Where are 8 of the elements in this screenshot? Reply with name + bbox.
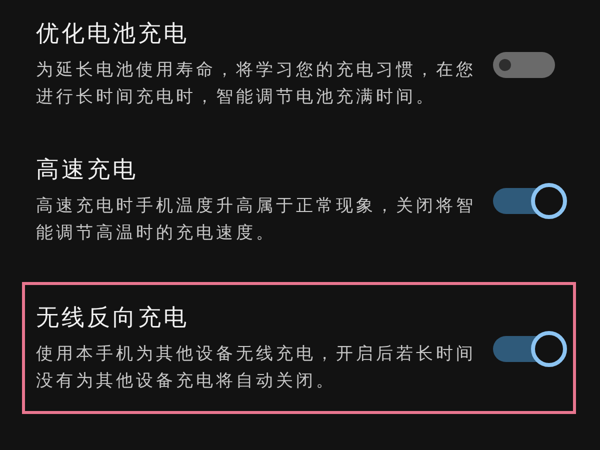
setting-title: 无线反向充电 (36, 304, 190, 333)
setting-description: 高速充电时手机温度升高属于正常现象，关闭将智能调节高温时的充电速度。 (36, 195, 477, 245)
setting-title: 高速充电 (36, 156, 139, 185)
setting-title: 优化电池充电 (36, 20, 190, 49)
setting-description: 为延长电池使用寿命，将学习您的充电习惯，在您进行长时间充电时，智能调节电池充满时间。 (36, 59, 477, 109)
setting-description: 使用本手机为其他设备无线充电，开启后若长时间没有为其他设备充电将自动关闭。 (36, 343, 477, 393)
toggle-switch[interactable] (493, 183, 567, 219)
toggle-switch[interactable] (493, 331, 567, 367)
